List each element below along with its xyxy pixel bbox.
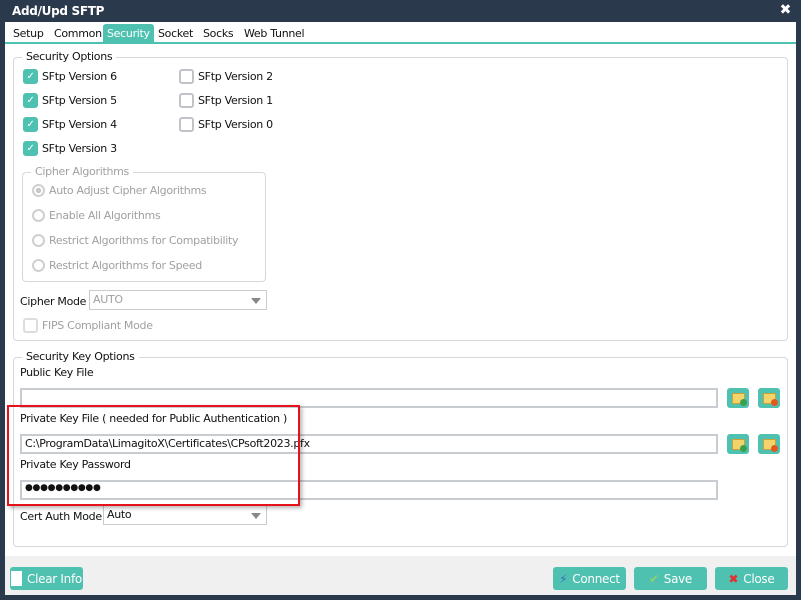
plug-icon: ⚡	[559, 571, 568, 586]
chevron-down-icon	[251, 513, 261, 519]
tab-security[interactable]: Security	[103, 24, 154, 44]
tab-socks[interactable]: Socks	[199, 24, 237, 44]
folder-remove-icon	[762, 392, 778, 406]
close-icon: ✖	[728, 571, 739, 586]
tab-common[interactable]: Common	[50, 24, 106, 44]
dialog: Setup Common Security Socket Socks Web T…	[5, 22, 796, 595]
folder-remove-icon	[762, 438, 778, 452]
radio-compatibility[interactable]: Restrict Algorithms for Compatibility	[32, 234, 239, 247]
checkbox-label: SFtp Version 0	[198, 118, 273, 131]
clear-public-key-button[interactable]	[758, 388, 780, 408]
checkbox-label: SFtp Version 4	[42, 118, 117, 131]
checkbox-label: SFtp Version 1	[198, 94, 273, 107]
radio-enable-all[interactable]: Enable All Algorithms	[32, 209, 161, 222]
checkbox-label: SFtp Version 6	[42, 70, 117, 83]
sftp-v2-checkbox[interactable]: SFtp Version 2	[179, 69, 273, 84]
check-icon: ✔	[648, 571, 659, 586]
tab-web-tunnel[interactable]: Web Tunnel	[240, 24, 308, 44]
close-button[interactable]: ✖ Close	[715, 567, 788, 590]
sftp-v5-checkbox[interactable]: ✓ SFtp Version 5	[23, 93, 117, 108]
sftp-v1-checkbox[interactable]: SFtp Version 1	[179, 93, 273, 108]
checkbox-label: SFtp Version 2	[198, 70, 273, 83]
browse-public-key-button[interactable]	[727, 388, 749, 408]
sftp-v3-checkbox[interactable]: ✓ SFtp Version 3	[23, 141, 117, 156]
fips-checkbox[interactable]: FIPS Compliant Mode	[23, 318, 153, 333]
document-icon	[11, 571, 23, 586]
check-icon: ✓	[23, 117, 38, 132]
folder-add-icon	[731, 438, 747, 452]
security-options-group: Security Options ✓ SFtp Version 6 ✓ SFtp V…	[13, 50, 788, 341]
connect-button[interactable]: ⚡ Connect	[553, 567, 626, 590]
cipher-mode-select[interactable]: AUTO	[89, 290, 267, 310]
cert-auth-label: Cert Auth Mode	[20, 510, 102, 523]
checkbox-label: SFtp Version 5	[42, 94, 117, 107]
browse-private-key-button[interactable]	[727, 434, 749, 454]
tab-bar: Setup Common Security Socket Socks Web T…	[5, 22, 796, 44]
sftp-v6-checkbox[interactable]: ✓ SFtp Version 6	[23, 69, 117, 84]
highlight-box	[7, 405, 300, 506]
tab-socket[interactable]: Socket	[154, 24, 197, 44]
chevron-down-icon	[251, 298, 261, 304]
cipher-algorithms-group: Cipher Algorithms Auto Adjust Cipher Alg…	[22, 165, 266, 282]
close-icon[interactable]: ✖	[780, 2, 792, 18]
checkbox-label: SFtp Version 3	[42, 142, 117, 155]
group-title: Security Key Options	[22, 350, 139, 363]
sftp-v4-checkbox[interactable]: ✓ SFtp Version 4	[23, 117, 117, 132]
tab-setup[interactable]: Setup	[9, 24, 48, 44]
window-title: Add/Upd SFTP	[12, 4, 105, 18]
cert-auth-select[interactable]: Auto	[103, 505, 267, 525]
public-key-label: Public Key File	[20, 366, 94, 379]
sftp-v0-checkbox[interactable]: SFtp Version 0	[179, 117, 273, 132]
group-title: Security Options	[22, 50, 117, 63]
check-icon: ✓	[23, 69, 38, 84]
clear-info-button[interactable]: Clear Info	[10, 567, 83, 590]
radio-speed[interactable]: Restrict Algorithms for Speed	[32, 259, 202, 272]
save-button[interactable]: ✔ Save	[634, 567, 707, 590]
clear-private-key-button[interactable]	[758, 434, 780, 454]
group-title: Cipher Algorithms	[31, 165, 133, 178]
folder-add-icon	[731, 392, 747, 406]
check-icon: ✓	[23, 141, 38, 156]
radio-auto-adjust[interactable]: Auto Adjust Cipher Algorithms	[32, 184, 207, 197]
check-icon: ✓	[23, 93, 38, 108]
cipher-mode-label: Cipher Mode	[20, 295, 87, 308]
